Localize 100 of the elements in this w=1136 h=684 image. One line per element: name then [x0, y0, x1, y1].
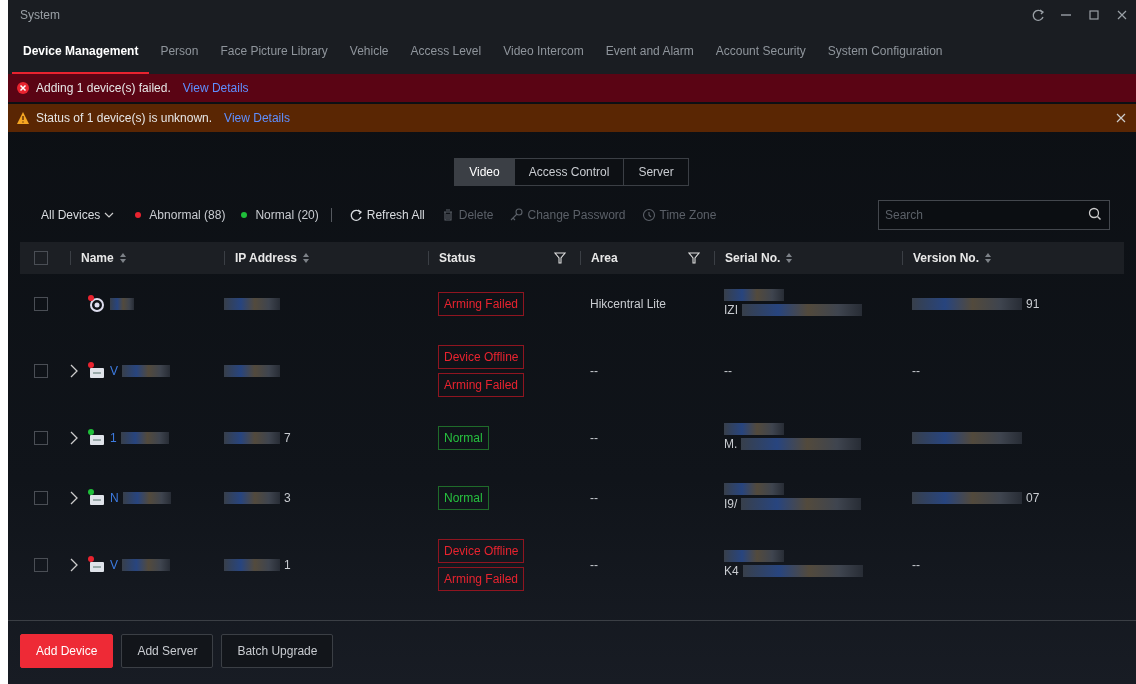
redacted-block [122, 559, 170, 571]
nav-tab[interactable]: Access Level [399, 30, 493, 74]
clock-icon [641, 208, 656, 222]
sort-icon [118, 252, 127, 264]
status-tag: Device Offline [438, 539, 525, 563]
serial-number: M. [724, 436, 738, 453]
sort-icon [302, 252, 311, 264]
row-checkbox[interactable] [34, 431, 48, 445]
row-checkbox[interactable] [34, 364, 48, 378]
row-checkbox[interactable] [34, 297, 48, 311]
redacted-block [724, 423, 784, 435]
error-icon [16, 81, 30, 95]
nav-tab[interactable]: Event and Alarm [594, 30, 705, 74]
column-header[interactable]: IP Address [235, 249, 298, 267]
window-title: System [20, 7, 60, 24]
minimize-icon [1061, 14, 1071, 16]
area-text: Hikcentral Lite [590, 296, 667, 313]
view-details-link[interactable]: View Details [224, 109, 290, 127]
device-filter-dropdown[interactable]: All Devices [36, 206, 120, 224]
column-header[interactable]: Serial No. [725, 249, 781, 267]
alert-message: Status of 1 device(s) is unknown. [36, 110, 213, 127]
warning-icon [16, 111, 30, 125]
row-checkbox[interactable] [34, 491, 48, 505]
status-count[interactable]: Normal (20) [255, 206, 319, 224]
refresh-icon [1031, 8, 1045, 22]
chevron-down-icon [104, 211, 115, 219]
filter-icon [554, 252, 566, 264]
area-text: -- [590, 490, 598, 507]
area-text: -- [590, 363, 598, 380]
chevron-right-icon[interactable] [70, 558, 78, 572]
footer-button[interactable]: Add Device [20, 634, 114, 668]
redacted-block [110, 298, 134, 310]
redacted-block [724, 289, 784, 301]
serial-number: K4 [724, 563, 739, 580]
column-header[interactable]: Status [439, 249, 476, 267]
serial-number: -- [724, 363, 732, 380]
refresh-icon [348, 208, 363, 222]
area-text: -- [590, 557, 598, 574]
row-checkbox[interactable] [34, 558, 48, 572]
maximize-icon [1089, 10, 1099, 20]
ip-address: 7 [284, 430, 291, 447]
status-tag: Device Offline [438, 345, 525, 369]
device-name[interactable]: 1 [110, 429, 117, 447]
chevron-right-icon[interactable] [70, 431, 78, 445]
status-count[interactable]: Abnormal (88) [149, 206, 226, 224]
version-number: 07 [1026, 490, 1040, 507]
nav-tab[interactable]: System Configuration [816, 30, 954, 74]
serial-number: I9/ [724, 496, 738, 513]
column-header[interactable]: Version No. [913, 249, 980, 267]
nav-tab[interactable]: Person [149, 30, 210, 74]
column-header[interactable]: Area [591, 249, 618, 267]
chevron-right-icon[interactable] [70, 491, 78, 505]
toolbar-button[interactable]: Refresh All [343, 206, 430, 224]
filter-icon [688, 252, 700, 264]
key-icon [509, 208, 524, 222]
redacted-block [224, 492, 280, 504]
segment-tab[interactable]: Video [454, 158, 515, 186]
column-header[interactable]: Name [81, 249, 114, 267]
camera-icon [88, 295, 106, 314]
view-details-link[interactable]: View Details [182, 79, 249, 97]
sort-icon [785, 252, 794, 264]
status-tag: Normal [438, 486, 489, 510]
search-field[interactable]: Search [878, 200, 1110, 230]
alert-message: Adding 1 device(s) failed. [36, 80, 171, 97]
status-tag: Arming Failed [438, 567, 525, 591]
redacted-block [224, 559, 280, 571]
segment-tab[interactable]: Server [623, 158, 689, 186]
status-tag: Arming Failed [438, 373, 525, 397]
segment-tab[interactable]: Access Control [513, 158, 625, 186]
redacted-block [224, 432, 280, 444]
nav-tab[interactable]: Account Security [704, 30, 817, 74]
version-number: 91 [1026, 296, 1040, 313]
version-number: -- [912, 363, 920, 380]
nav-tab[interactable]: Face Picture Library [209, 30, 339, 74]
ip-address: 3 [284, 490, 291, 507]
redacted-block [122, 365, 170, 377]
nav-tab[interactable]: Video Intercom [492, 30, 595, 74]
close-icon [1117, 10, 1127, 20]
select-all-checkbox[interactable] [34, 251, 48, 265]
footer-button[interactable]: Batch Upgrade [221, 634, 334, 668]
status-tag: Normal [438, 426, 489, 450]
footer-button[interactable]: Add Server [121, 634, 214, 668]
status-tag: Arming Failed [438, 292, 525, 316]
redacted-block [224, 365, 280, 377]
chevron-right-icon[interactable] [70, 364, 78, 378]
device-name[interactable]: V [110, 362, 118, 380]
nav-tab[interactable]: Vehicle [338, 30, 400, 74]
sort-icon [984, 252, 993, 264]
search-icon [1088, 207, 1102, 221]
version-number: -- [912, 557, 920, 574]
area-text: -- [590, 430, 598, 447]
close-icon [1116, 113, 1126, 123]
redacted-block [724, 550, 784, 562]
redacted-block [120, 432, 169, 444]
serial-number: IZI [724, 302, 738, 319]
ip-address: 1 [284, 557, 291, 574]
device-name[interactable]: N [110, 489, 119, 507]
device-name[interactable]: V [110, 556, 118, 574]
redacted-block [224, 298, 280, 310]
redacted-block [724, 483, 784, 495]
